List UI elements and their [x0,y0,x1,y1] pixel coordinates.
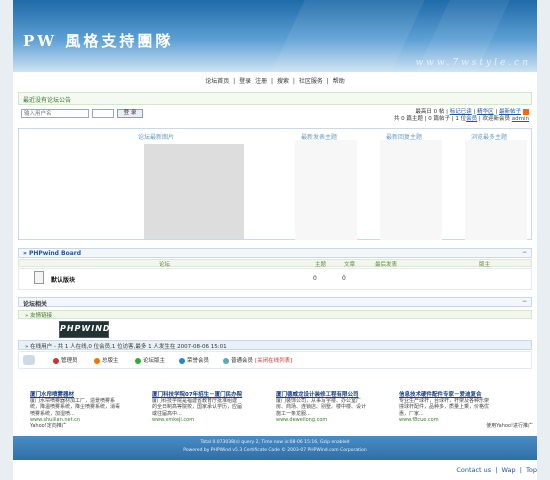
online-users-icon [23,355,35,365]
super-mod-icon [94,357,100,364]
col-forum: 论坛 [159,262,171,268]
board-title[interactable]: » PHPwind Board [23,250,81,257]
site-watermark: www.7wstyle.cn [415,58,531,68]
stats-welcome: | 欢迎新会员 [478,116,511,122]
ad-block: 厦门科技学院07年招生－厦门民办院 厦门科技学院是福建省教育厅批准组建 的全日制… [152,392,274,423]
online-users-text: » 在线用户 - 共 1 人在线,0 位会员,1 位访客,最多 1 人发生在 2… [25,344,227,350]
ad-block: 厦门德威龙设计装修工程有限公司 厦门装饰公司，从事写字楼、办公室厂 房、商场、连… [276,392,398,423]
col-moderators: 版主 [479,262,491,268]
tab-latest-images[interactable]: 论坛最新图片 [138,132,174,141]
legend-honor: 荣誉会员 [179,356,209,364]
password-input[interactable] [92,109,114,118]
bottom-links: Contact us | Wap | Top [455,466,538,474]
ad-block: 信息技术硬件配件专家－爱迪复合 专业生产球杆，台球杆，杆架及各种乐架 撞球杆配件… [399,392,533,429]
nav-separator: | [292,78,295,85]
yahoo-promote-link[interactable]: 使用Yahoo!进行推广 [399,423,533,429]
nav-separator: | [233,78,236,85]
toggle-online-list-link[interactable]: [关闭在线列表] [255,358,292,364]
forum-row [18,268,532,290]
friend-links-label: » 友情链接 [25,313,53,319]
col-last-post: 最后发表 [375,262,398,268]
banner-decoration [271,0,425,72]
wap-link[interactable]: Wap [501,466,517,474]
legend-member: 普通会员 [关闭在线列表] [223,356,292,364]
login-button[interactable]: 登 录 [117,109,143,118]
collapse-icon[interactable]: − [522,249,527,256]
nav-separator: | [271,78,274,85]
legend-forum-mod: 论坛版主 [135,356,165,364]
username-input[interactable] [21,109,89,118]
related-title: 论坛相关 [23,301,48,308]
forum-mod-icon [135,357,141,364]
nav-home-link[interactable]: 论坛首页 [204,78,230,85]
col-topics: 主题 [315,262,327,268]
most-viewed-list [465,140,527,240]
ad-url[interactable]: www.xmkeji.com [152,417,274,423]
footer-powered: Powered by PHPWind v5.3 Certificate Code… [183,447,367,453]
site-logo[interactable]: PW 風格支持團隊 [23,30,173,51]
latest-panel: 论坛最新图片 最新发表主题 最新回复主题 浏览最多主题 [18,128,532,240]
legend-super-mod: 总版主 [94,356,119,364]
online-users-bar: » 在线用户 - 共 1 人在线,0 位会员,1 位访客,最多 1 人发生在 2… [18,340,532,350]
col-posts: 文章 [344,262,356,268]
member-icon [223,357,229,364]
forum-posts-count: 0 [342,275,346,282]
stats-totals: 共 0 篇主题 | 0 篇帖子 | 1 位 [393,116,467,122]
collapse-icon[interactable]: − [522,298,527,305]
forum-name-link[interactable]: 默认版块 [51,275,75,284]
top-link[interactable]: Top [525,466,538,474]
board-column-headers: 论坛 主题 文章 最后发表 版主 [18,259,532,268]
announcement-bar: 最近没有论坛公告 [18,92,532,105]
header-banner: PW 風格支持團隊 www.7wstyle.cn [13,0,537,72]
legend-admin: 管理员 [53,356,78,364]
ad-url[interactable]: www.deweilong.com [276,417,398,423]
main-nav: 论坛首页 | 登录 注册 | 搜索 | 社区服务 | 帮助 [13,76,537,85]
latest-topics-list [295,140,357,240]
announcement-text: 最近没有论坛公告 [23,97,72,104]
members-link[interactable]: 会员 [466,116,477,122]
admin-icon [53,357,59,364]
friend-links-bar: » 友情链接 [18,310,532,319]
page: PW 風格支持團隊 www.7wstyle.cn 论坛首页 | 登录 注册 | … [13,0,537,480]
nav-search-link[interactable]: 搜索 [276,78,290,85]
ad-block: 厦门水帘喷雾器材 厦门水帘喷雾器材加工厂，造景喷雾系 统，降温喷雾系统，降尘喷雾… [30,392,150,429]
stats-line-2: 共 0 篇主题 | 0 篇帖子 | 1 位会员 | 欢迎新会员 admin [394,114,529,122]
newest-member-link[interactable]: admin [512,116,529,122]
board-header: » PHPwind Board − [18,248,532,258]
yahoo-ad-link[interactable]: Yahoo!定向推广 [30,423,150,429]
footer: Total 0.073038(s) query 2, Time now is:0… [13,436,537,460]
related-header: 论坛相关 − [18,297,532,308]
contact-link[interactable]: Contact us [455,466,492,474]
nav-separator: | [326,78,329,85]
forum-status-icon [34,271,44,284]
nav-help-link[interactable]: 帮助 [332,78,346,85]
latest-image-placeholder[interactable] [144,144,244,239]
nav-register-link[interactable]: 注册 [254,78,268,85]
nav-login-link[interactable]: 登录 [238,78,252,85]
footer-stats: Total 0.073038(s) query 2, Time now is:0… [200,440,350,445]
forum-topics-count: 0 [313,275,317,282]
nav-services-link[interactable]: 社区服务 [298,78,324,85]
latest-replies-list [380,140,442,240]
honor-member-icon [179,357,185,364]
phpwind-logo[interactable]: PHPWIND [59,321,110,338]
